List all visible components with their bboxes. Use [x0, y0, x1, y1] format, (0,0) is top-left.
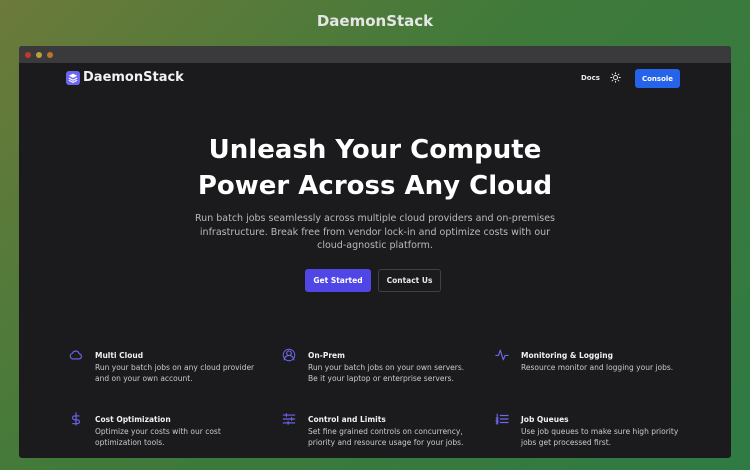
minimize-window-button[interactable] [36, 51, 42, 58]
feature-title: Monitoring & Logging [521, 351, 613, 360]
sliders-icon [282, 413, 296, 425]
brand-logo[interactable]: DaemonStack [66, 70, 184, 85]
cloud-icon [69, 350, 82, 360]
maximize-window-button[interactable] [47, 51, 53, 58]
brand-name: DaemonStack [83, 70, 184, 85]
get-started-button[interactable]: Get Started [305, 269, 371, 292]
console-button[interactable]: Console [635, 69, 680, 88]
feature-title: Cost Optimization [95, 415, 171, 424]
feature-description: Resource monitor and logging your jobs. [521, 363, 674, 372]
user-icon [282, 348, 296, 362]
feature-title: Control and Limits [308, 415, 386, 424]
window-titlebar [19, 46, 731, 63]
feature-title: Job Queues [521, 415, 569, 424]
close-window-button[interactable] [25, 51, 31, 58]
feature-description: Set fine grained controls on concurrency… [308, 427, 464, 447]
feature-description: Run your batch jobs on any cloud provide… [95, 363, 255, 383]
hero-title: Unleash Your Compute Power Across Any Cl… [19, 132, 731, 204]
top-nav: DaemonStack Docs Console [19, 69, 731, 89]
browser-window: DaemonStack Docs Console Unleash Your Co… [19, 46, 731, 458]
feature-description: Run your batch jobs on your own servers.… [308, 363, 465, 383]
theme-toggle-sun-icon[interactable] [610, 72, 621, 83]
dollar-icon [72, 412, 80, 426]
stack-logo-icon [66, 70, 80, 85]
feature-description: Optimize your costs with our cost optimi… [95, 427, 221, 447]
list-ordered-icon [495, 413, 509, 425]
hero-subtitle: Run batch jobs seamlessly across multipl… [195, 213, 556, 251]
hero-title-line-1: Unleash Your Compute [208, 135, 542, 165]
activity-icon [495, 349, 509, 361]
frame-title: DaemonStack [316, 12, 434, 30]
feature-title: On-Prem [308, 351, 345, 360]
contact-us-button[interactable]: Contact Us [378, 269, 441, 292]
hero-title-line-2: Power Across Any Cloud [197, 171, 553, 201]
feature-description: Use job queues to make sure high priorit… [521, 427, 679, 447]
feature-title: Multi Cloud [95, 351, 144, 360]
docs-link[interactable]: Docs [581, 74, 600, 82]
